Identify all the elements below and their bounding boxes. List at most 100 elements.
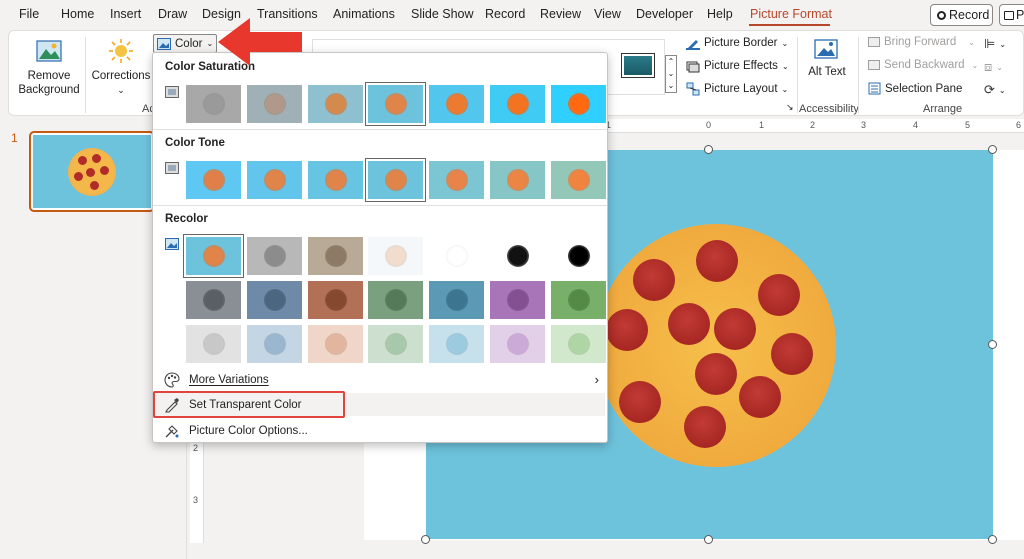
tab-review[interactable]: Review [540, 7, 581, 21]
picture-layout-chevron-icon: ⌄ [781, 84, 789, 94]
color-swatch[interactable] [368, 325, 423, 363]
active-tab-indicator [749, 24, 830, 26]
color-swatch[interactable] [551, 237, 606, 275]
color-swatch[interactable] [490, 161, 545, 199]
tab-home[interactable]: Home [61, 7, 94, 21]
color-swatch[interactable] [308, 237, 363, 275]
more-variations-item[interactable]: More Variations › [155, 368, 605, 391]
color-swatch[interactable] [308, 85, 363, 123]
bring-forward-label: Bring Forward [884, 36, 957, 48]
gallery-scroll[interactable]: ⌃ ⌄ ⌄ [665, 55, 677, 93]
tone-icon [165, 162, 179, 174]
color-swatch[interactable] [429, 85, 484, 123]
color-swatch[interactable] [429, 161, 484, 199]
resize-handle[interactable] [421, 535, 430, 544]
picture-styles-launcher-icon[interactable]: ↘ [786, 102, 794, 113]
present-button[interactable]: P [999, 4, 1024, 26]
corrections-button[interactable]: Corrections ⌄ [89, 37, 153, 97]
color-swatch[interactable] [490, 85, 545, 123]
tab-developer[interactable]: Developer [636, 7, 693, 21]
selection-pane-button[interactable]: Selection Pane [868, 82, 962, 95]
color-swatch[interactable] [551, 325, 606, 363]
color-swatch[interactable] [247, 325, 302, 363]
color-swatch[interactable] [308, 161, 363, 199]
picture-border-label: Picture Border [704, 37, 778, 49]
group-button[interactable]: ⧈ ⌄ [984, 59, 1003, 75]
picture-layout-label: Picture Layout [704, 83, 778, 95]
color-swatch[interactable] [247, 161, 302, 199]
tab-insert[interactable]: Insert [110, 7, 141, 21]
record-button[interactable]: Record [930, 4, 993, 26]
send-backward-label: Send Backward [884, 59, 965, 71]
bring-forward-button[interactable]: Bring Forward ⌄ [868, 36, 975, 48]
swatch-pizza [567, 289, 590, 311]
color-swatch[interactable] [308, 325, 363, 363]
color-swatch[interactable] [429, 237, 484, 275]
align-chevron-icon: ⌄ [999, 39, 1007, 49]
send-backward-button[interactable]: Send Backward ⌄ [868, 59, 978, 71]
group-chevron-icon: ⌄ [996, 62, 1003, 72]
bring-forward-chevron-icon: ⌄ [968, 37, 975, 47]
picture-style-thumbnail[interactable] [621, 53, 655, 78]
tab-slide-show[interactable]: Slide Show [411, 7, 474, 21]
color-swatch[interactable] [368, 237, 423, 275]
color-swatch[interactable] [247, 237, 302, 275]
resize-handle[interactable] [988, 535, 997, 544]
color-swatch[interactable] [551, 161, 606, 199]
color-options-icon [163, 423, 181, 439]
color-swatch[interactable] [183, 234, 244, 278]
color-swatch[interactable] [186, 161, 241, 199]
picture-effects-chevron-icon: ⌄ [781, 61, 789, 71]
resize-handle[interactable] [988, 145, 997, 154]
color-swatch[interactable] [551, 85, 606, 123]
color-swatch[interactable] [186, 325, 241, 363]
tab-file[interactable]: File [19, 7, 39, 21]
resize-handle[interactable] [988, 340, 997, 349]
record-icon [937, 11, 946, 20]
tab-draw[interactable]: Draw [158, 7, 187, 21]
resize-handle[interactable] [704, 145, 713, 154]
color-swatch[interactable] [186, 281, 241, 319]
color-swatch[interactable] [186, 85, 241, 123]
picture-color-options-item[interactable]: Picture Color Options... [155, 419, 605, 442]
tab-picture-format[interactable]: Picture Format [750, 7, 832, 21]
palette-icon [163, 371, 181, 388]
tab-view[interactable]: View [594, 7, 621, 21]
tab-record[interactable]: Record [485, 7, 525, 21]
swatch-pizza [263, 289, 286, 311]
rotate-button[interactable]: ⟳ ⌄ [984, 82, 1006, 98]
color-swatch[interactable] [365, 82, 426, 126]
resize-handle[interactable] [704, 535, 713, 544]
align-button[interactable]: ⊫ ⌄ [984, 36, 1006, 52]
alt-text-button[interactable]: Alt Text [804, 37, 850, 79]
color-swatch[interactable] [490, 281, 545, 319]
remove-background-button[interactable]: Remove Background [15, 37, 83, 97]
color-swatch[interactable] [365, 158, 426, 202]
picture-layout-button[interactable]: Picture Layout ⌄ [686, 82, 788, 96]
color-swatch[interactable] [247, 281, 302, 319]
tab-animations[interactable]: Animations [333, 7, 395, 21]
color-label: Color [175, 37, 203, 50]
color-swatch[interactable] [490, 237, 545, 275]
remove-background-label: Remove Background [18, 70, 80, 96]
picture-effects-button[interactable]: Picture Effects ⌄ [686, 59, 789, 73]
ruler-number: 4 [913, 120, 919, 130]
rotate-icon: ⟳ [984, 82, 995, 97]
color-swatch[interactable] [551, 281, 606, 319]
color-swatch[interactable] [490, 325, 545, 363]
color-swatch[interactable] [429, 281, 484, 319]
color-swatch[interactable] [368, 281, 423, 319]
swatch-pizza [263, 333, 286, 355]
more-variations-label: More Variations [189, 373, 269, 386]
tab-help[interactable]: Help [707, 7, 733, 21]
remove-background-icon [36, 40, 62, 62]
color-button[interactable]: Color ⌄ [153, 34, 218, 53]
picture-border-button[interactable]: Picture Border ⌄ [686, 36, 788, 50]
slide-thumbnail[interactable] [29, 131, 155, 212]
saturation-icon [165, 86, 179, 98]
ruler-number: 2 [193, 443, 199, 453]
color-swatch[interactable] [429, 325, 484, 363]
color-swatch[interactable] [308, 281, 363, 319]
send-backward-icon [868, 60, 880, 70]
color-swatch[interactable] [247, 85, 302, 123]
